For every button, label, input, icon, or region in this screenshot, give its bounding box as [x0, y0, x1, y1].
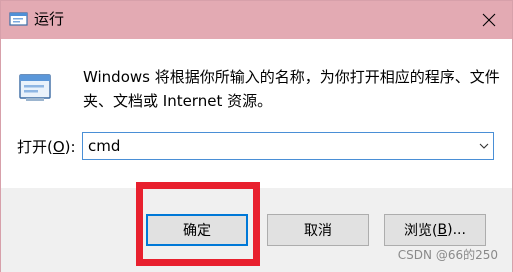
- title-bar: 运行: [1, 1, 512, 39]
- open-field-label: 打开(O):: [17, 136, 76, 158]
- ok-button[interactable]: 确定: [146, 214, 248, 246]
- close-button[interactable]: [466, 1, 512, 39]
- open-combobox[interactable]: cmd: [82, 132, 494, 160]
- open-label-prefix: 打开(: [17, 138, 53, 156]
- open-label-suffix: ):: [64, 138, 76, 156]
- browse-label-suffix: )...: [447, 222, 466, 238]
- browse-button[interactable]: 浏览(B)...: [384, 214, 486, 246]
- close-icon: [482, 13, 496, 27]
- window-title: 运行: [34, 10, 65, 28]
- open-input[interactable]: cmd: [88, 136, 120, 156]
- watermark-text: CSDN @66的250: [397, 248, 498, 262]
- run-app-icon: [9, 12, 28, 26]
- cancel-button[interactable]: 取消: [267, 214, 369, 246]
- browse-label-prefix: 浏览(: [404, 223, 438, 239]
- run-dialog: 运行 Windows 将根据你所输入的名称，为你打开相应的程序、文件夹、文档或 …: [0, 0, 513, 272]
- open-label-hotkey: O: [52, 138, 65, 156]
- run-dialog-icon: [19, 74, 51, 101]
- chevron-down-icon[interactable]: [479, 141, 489, 151]
- browse-label-hotkey: B: [437, 222, 448, 238]
- dialog-description: Windows 将根据你所输入的名称，为你打开相应的程序、文件夹、文档或 Int…: [83, 68, 500, 110]
